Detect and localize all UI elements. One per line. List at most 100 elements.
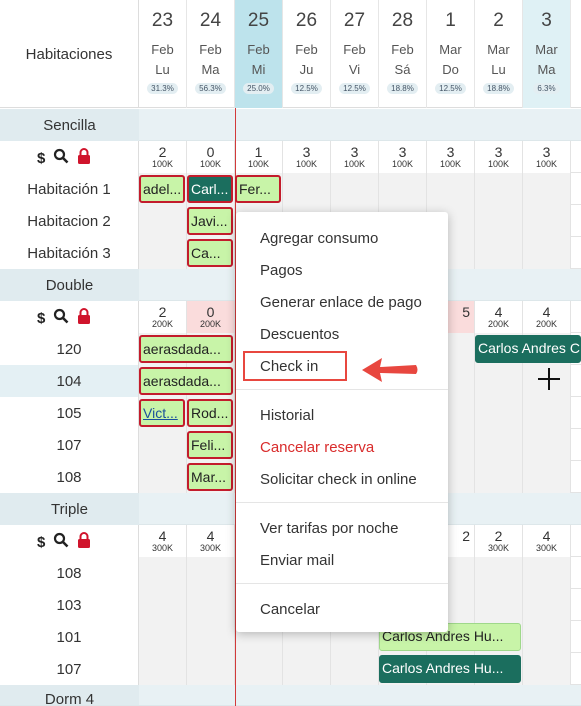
menu-item-cancelar[interactable]: Cancelar (236, 593, 448, 625)
menu-divider (236, 583, 448, 584)
reservation-block-selected[interactable]: Fer... (235, 175, 281, 203)
day-column-today[interactable]: 25 Feb Mi 25.0% (235, 0, 283, 108)
occupancy-badge: 12.5% (291, 83, 322, 94)
section-label: Dorm 4 (0, 685, 139, 705)
day-column-0[interactable]: 23 Feb Lu 31.3% (139, 0, 187, 108)
availability-cell: 4 200K (475, 301, 523, 333)
menu-item-agregar-consumo[interactable]: Agregar consumo (236, 222, 448, 254)
room-name: Habitación 1 (0, 173, 139, 205)
day-month: Feb (391, 42, 414, 57)
reservation-block[interactable]: Carlos Andres Hu... (379, 655, 521, 683)
row-tools: $ (0, 301, 139, 333)
reservation-block[interactable]: aerasdada... (139, 335, 233, 363)
section-label: Sencilla (0, 109, 139, 141)
reservation-block[interactable]: Rod... (187, 399, 233, 427)
reservation-block[interactable]: Carl... (187, 175, 233, 203)
day-number: 23 (151, 10, 174, 31)
day-month: Feb (151, 42, 174, 57)
day-month: Feb (343, 42, 366, 57)
reservation-block[interactable]: Mar... (187, 463, 233, 491)
day-number: 24 (199, 10, 222, 31)
section-sencilla: Sencilla (0, 109, 581, 141)
day-weekday: Lu (155, 62, 170, 77)
day-column-4[interactable]: 27 Feb Vi 12.5% (331, 0, 379, 108)
reservation-block[interactable]: Carlos Andres C (475, 335, 581, 363)
day-number: 26 (295, 10, 318, 31)
availability-cell: 3 100K (427, 141, 475, 173)
lock-icon[interactable] (77, 532, 91, 552)
dollar-icon[interactable]: $ (37, 534, 45, 551)
reservation-block[interactable]: Feli... (187, 431, 233, 459)
menu-item-ver-tarifas[interactable]: Ver tarifas por noche (236, 512, 448, 544)
availability-cell: 0 200K (187, 301, 235, 333)
annotation-arrow-icon (360, 355, 420, 390)
day-number: 28 (391, 10, 414, 31)
reservation-block[interactable]: adel... (139, 175, 185, 203)
menu-divider (236, 502, 448, 503)
day-column-8[interactable]: 3 Mar Ma 6.3% (523, 0, 571, 108)
menu-item-solicitar-check-in-online[interactable]: Solicitar check in online (236, 463, 448, 495)
day-number: 2 (493, 10, 504, 31)
day-month: Feb (247, 42, 270, 57)
menu-item-enviar-mail[interactable]: Enviar mail (236, 544, 448, 576)
room-name: 104 (0, 365, 139, 397)
lock-icon[interactable] (77, 148, 91, 168)
day-column-7[interactable]: 2 Mar Lu 18.8% (475, 0, 523, 108)
room-name: Habitacion 2 (0, 205, 139, 237)
day-number: 27 (343, 10, 366, 31)
room-name: 101 (0, 621, 139, 653)
room-name: 103 (0, 589, 139, 621)
day-month: Feb (295, 42, 318, 57)
room-name: 120 (0, 333, 139, 365)
occupancy-badge: 25.0% (243, 83, 274, 94)
search-icon[interactable] (53, 148, 69, 168)
occupancy-badge: 18.8% (387, 83, 418, 94)
day-column-1[interactable]: 24 Feb Ma 56.3% (187, 0, 235, 108)
availability-cell: 3 100K (523, 141, 571, 173)
day-number: 3 (541, 10, 552, 31)
rooms-header-label: Habitaciones (0, 0, 139, 108)
date-header: Habitaciones 23 Feb Lu 31.3% 24 Feb Ma 5… (0, 0, 581, 108)
lock-icon[interactable] (77, 308, 91, 328)
reservation-block[interactable]: Ca... (187, 239, 233, 267)
availability-cell: 4 300K (139, 525, 187, 557)
row-tools: $ (0, 525, 139, 557)
reservation-block[interactable]: Vict... (139, 399, 185, 427)
day-month: Feb (199, 42, 222, 57)
day-weekday: Do (442, 62, 459, 77)
search-icon[interactable] (53, 308, 69, 328)
availability-cell: 3 100K (283, 141, 331, 173)
search-icon[interactable] (53, 532, 69, 552)
reservation-block[interactable]: Javi... (187, 207, 233, 235)
section-dorm-4: Dorm 4 (0, 685, 581, 706)
availability-cell: 2 300K (475, 525, 523, 557)
occupancy-badge: 12.5% (339, 83, 370, 94)
menu-item-descuentos[interactable]: Descuentos (236, 318, 448, 350)
occupancy-badge: 6.3% (533, 83, 560, 94)
availability-row-sencilla: $ 2 100K 0 100K 1 100K 3 100K 3 100K 3 100K 31… (0, 141, 581, 173)
day-column-5[interactable]: 28 Feb Sá 18.8% (379, 0, 427, 108)
day-month: Mar (439, 42, 462, 57)
day-weekday: Ju (299, 62, 314, 77)
menu-item-generar-enlace-pago[interactable]: Generar enlace de pago (236, 286, 448, 318)
room-name: 108 (0, 461, 139, 493)
booking-calendar: Habitaciones 23 Feb Lu 31.3% 24 Feb Ma 5… (0, 0, 581, 706)
day-weekday: Mi (251, 62, 266, 77)
availability-cell: 3 100K (475, 141, 523, 173)
menu-item-pagos[interactable]: Pagos (236, 254, 448, 286)
availability-cell: 4 300K (523, 525, 571, 557)
availability-cell: 4 200K (523, 301, 571, 333)
occupancy-badge: 56.3% (195, 83, 226, 94)
day-column-6[interactable]: 1 Mar Do 12.5% (427, 0, 475, 108)
availability-cell: 4 300K (187, 525, 235, 557)
occupancy-badge: 31.3% (147, 83, 178, 94)
reservation-block[interactable]: aerasdada... (139, 367, 233, 395)
dollar-icon[interactable]: $ (37, 150, 45, 167)
day-column-3[interactable]: 26 Feb Ju 12.5% (283, 0, 331, 108)
dollar-icon[interactable]: $ (37, 310, 45, 327)
menu-item-cancelar-reserva[interactable]: Cancelar reserva (236, 431, 448, 463)
annotation-highlight-box (243, 351, 347, 381)
menu-item-historial[interactable]: Historial (236, 399, 448, 431)
section-label: Triple (0, 493, 139, 525)
day-number: 25 (247, 10, 270, 31)
